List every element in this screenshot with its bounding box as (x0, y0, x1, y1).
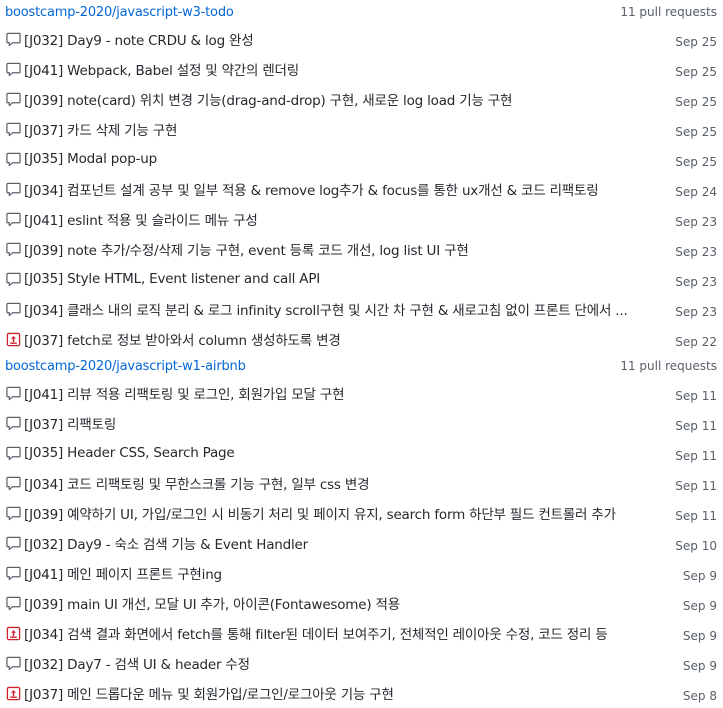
pull-request-row[interactable]: [J039] 예약하기 UI, 가입/로그인 시 비동기 처리 및 페이지 유지… (0, 498, 723, 528)
comment-icon (6, 446, 21, 461)
pull-request-icon (6, 332, 21, 347)
comment-icon (6, 62, 21, 77)
pull-request-date: Sep 23 (675, 245, 717, 259)
pull-request-date: Sep 9 (682, 569, 717, 583)
pull-request-row[interactable]: [J034] 검색 결과 화면에서 fetch를 통해 filter된 데이터 … (0, 618, 723, 648)
pull-request-title[interactable]: [J032] Day7 - 검색 UI & header 수정 (24, 653, 673, 673)
pull-request-title[interactable]: [J032] Day9 - note CRDU & log 완성 (24, 29, 665, 49)
pull-request-date: Sep 8 (682, 689, 717, 703)
comment-icon (6, 302, 21, 317)
pull-request-row[interactable]: [J032] Day7 - 검색 UI & header 수정 Sep 9 (0, 648, 723, 678)
comment-icon (6, 566, 21, 581)
pull-request-date: Sep 23 (675, 275, 717, 289)
pull-request-date: Sep 22 (675, 335, 717, 349)
comment-icon (6, 536, 21, 551)
pull-request-row[interactable]: [J032] Day9 - 숙소 검색 기능 & Event Handler Se… (0, 528, 723, 558)
pull-request-row[interactable]: [J041] Webpack, Babel 설정 및 약간의 렌더링 Sep 25 (0, 54, 723, 84)
pull-request-title[interactable]: [J035] Modal pop-up (24, 151, 665, 167)
pull-request-row[interactable]: [J037] fetch로 정보 받아와서 column 생성하도록 변경 Sep… (0, 324, 723, 354)
pull-request-date: Sep 9 (682, 629, 717, 643)
repo-header: boostcamp-2020/javascript-w1-airbnb 11 pu… (0, 354, 723, 378)
pull-request-date: Sep 25 (675, 95, 717, 109)
pull-request-date: Sep 11 (675, 509, 717, 523)
pull-request-title[interactable]: [J041] 리뷰 적용 리팩토링 및 로그인, 회원가입 모달 구현 (24, 383, 665, 403)
comment-icon (6, 416, 21, 431)
pull-request-row[interactable]: [J035] Modal pop-up Sep 25 (0, 144, 723, 174)
comment-icon (6, 32, 21, 47)
pull-request-title[interactable]: [J039] note(card) 위치 변경 기능(drag-and-drop… (24, 89, 665, 109)
pull-request-title[interactable]: [J041] eslint 적용 및 슬라이드 메뉴 구성 (24, 209, 665, 229)
pull-request-row[interactable]: [J034] 코드 리팩토링 및 무한스크롤 기능 구현, 일부 css 변경 S… (0, 468, 723, 498)
pull-request-icon (6, 626, 21, 641)
pull-request-title[interactable]: [J041] Webpack, Babel 설정 및 약간의 렌더링 (24, 59, 665, 79)
repo-link[interactable]: boostcamp-2020/javascript-w3-todo (5, 5, 234, 20)
comment-icon (6, 242, 21, 257)
pull-request-date: Sep 9 (682, 599, 717, 613)
pull-request-row[interactable]: [J032] Day9 - note CRDU & log 완성 Sep 25 (0, 24, 723, 54)
pull-request-count: 11 pull requests (620, 359, 717, 373)
pull-request-date: Sep 23 (675, 215, 717, 229)
pull-request-row[interactable]: [J039] main UI 개선, 모달 UI 추가, 아이콘(Fontawe… (0, 588, 723, 618)
pull-request-date: Sep 25 (675, 155, 717, 169)
repo-link[interactable]: boostcamp-2020/javascript-w1-airbnb (5, 359, 246, 374)
comment-icon (6, 596, 21, 611)
comment-icon (6, 212, 21, 227)
pull-request-title[interactable]: [J035] Header CSS, Search Page (24, 445, 665, 461)
pull-request-date: Sep 24 (675, 185, 717, 199)
pull-request-list: boostcamp-2020/javascript-w3-todo 11 pull… (0, 0, 723, 708)
pull-request-title[interactable]: [J041] 메인 페이지 프론트 구현ing (24, 563, 673, 583)
comment-icon (6, 122, 21, 137)
pull-request-row[interactable]: [J034] 클래스 내의 로직 분리 & 로그 infinity scroll… (0, 294, 723, 324)
comment-icon (6, 272, 21, 287)
pull-request-title[interactable]: [J034] 코드 리팩토링 및 무한스크롤 기능 구현, 일부 css 변경 (24, 473, 665, 493)
pull-request-row[interactable]: [J041] 리뷰 적용 리팩토링 및 로그인, 회원가입 모달 구현 Sep 1… (0, 378, 723, 408)
pull-request-date: Sep 9 (682, 659, 717, 673)
pull-request-date: Sep 11 (675, 389, 717, 403)
pull-request-row[interactable]: [J037] 리팩토링 Sep 11 (0, 408, 723, 438)
comment-icon (6, 182, 21, 197)
pull-request-title[interactable]: [J037] fetch로 정보 받아와서 column 생성하도록 변경 (24, 329, 665, 349)
pull-request-row[interactable]: [J041] 메인 페이지 프론트 구현ing Sep 9 (0, 558, 723, 588)
comment-icon (6, 92, 21, 107)
pull-request-title[interactable]: [J037] 리팩토링 (24, 413, 665, 433)
pull-request-date: Sep 25 (675, 65, 717, 79)
comment-icon (6, 386, 21, 401)
pull-request-title[interactable]: [J032] Day9 - 숙소 검색 기능 & Event Handler (24, 533, 665, 553)
pull-request-title[interactable]: [J039] 예약하기 UI, 가입/로그인 시 비동기 처리 및 페이지 유지… (24, 503, 665, 523)
comment-icon (6, 656, 21, 671)
pull-request-row[interactable]: [J037] 메인 드롭다운 메뉴 및 회원가입/로그인/로그아웃 기능 구현 S… (0, 678, 723, 708)
pull-request-date: Sep 23 (675, 305, 717, 319)
pull-request-title[interactable]: [J037] 카드 삭제 기능 구현 (24, 119, 665, 139)
pull-request-row[interactable]: [J041] eslint 적용 및 슬라이드 메뉴 구성 Sep 23 (0, 204, 723, 234)
pull-request-row[interactable]: [J037] 카드 삭제 기능 구현 Sep 25 (0, 114, 723, 144)
pull-request-title[interactable]: [J035] Style HTML, Event listener and ca… (24, 271, 665, 287)
pull-request-date: Sep 25 (675, 35, 717, 49)
pull-request-title[interactable]: [J039] note 추가/수정/삭제 기능 구현, event 등록 코드 … (24, 239, 665, 259)
pull-request-row[interactable]: [J035] Style HTML, Event listener and ca… (0, 264, 723, 294)
pull-request-date: Sep 25 (675, 125, 717, 139)
pull-request-row[interactable]: [J039] note 추가/수정/삭제 기능 구현, event 등록 코드 … (0, 234, 723, 264)
pull-request-title[interactable]: [J034] 컴포넌트 설계 공부 및 일부 적용 & remove log추가… (24, 179, 665, 199)
repo-header: boostcamp-2020/javascript-w3-todo 11 pull… (0, 0, 723, 24)
pull-request-date: Sep 11 (675, 449, 717, 463)
comment-icon (6, 152, 21, 167)
pull-request-title[interactable]: [J037] 메인 드롭다운 메뉴 및 회원가입/로그인/로그아웃 기능 구현 (24, 683, 673, 703)
pull-request-date: Sep 11 (675, 419, 717, 433)
pull-request-icon (6, 686, 21, 701)
pull-request-count: 11 pull requests (620, 5, 717, 19)
pull-request-title[interactable]: [J034] 클래스 내의 로직 분리 & 로그 infinity scroll… (24, 299, 665, 319)
pull-request-date: Sep 10 (675, 539, 717, 553)
pull-request-row[interactable]: [J039] note(card) 위치 변경 기능(drag-and-drop… (0, 84, 723, 114)
comment-icon (6, 476, 21, 491)
pull-request-title[interactable]: [J034] 검색 결과 화면에서 fetch를 통해 filter된 데이터 … (24, 623, 673, 643)
pull-request-row[interactable]: [J035] Header CSS, Search Page Sep 11 (0, 438, 723, 468)
pull-request-title[interactable]: [J039] main UI 개선, 모달 UI 추가, 아이콘(Fontawe… (24, 593, 673, 613)
comment-icon (6, 506, 21, 521)
pull-request-row[interactable]: [J034] 컴포넌트 설계 공부 및 일부 적용 & remove log추가… (0, 174, 723, 204)
pull-request-date: Sep 11 (675, 479, 717, 493)
